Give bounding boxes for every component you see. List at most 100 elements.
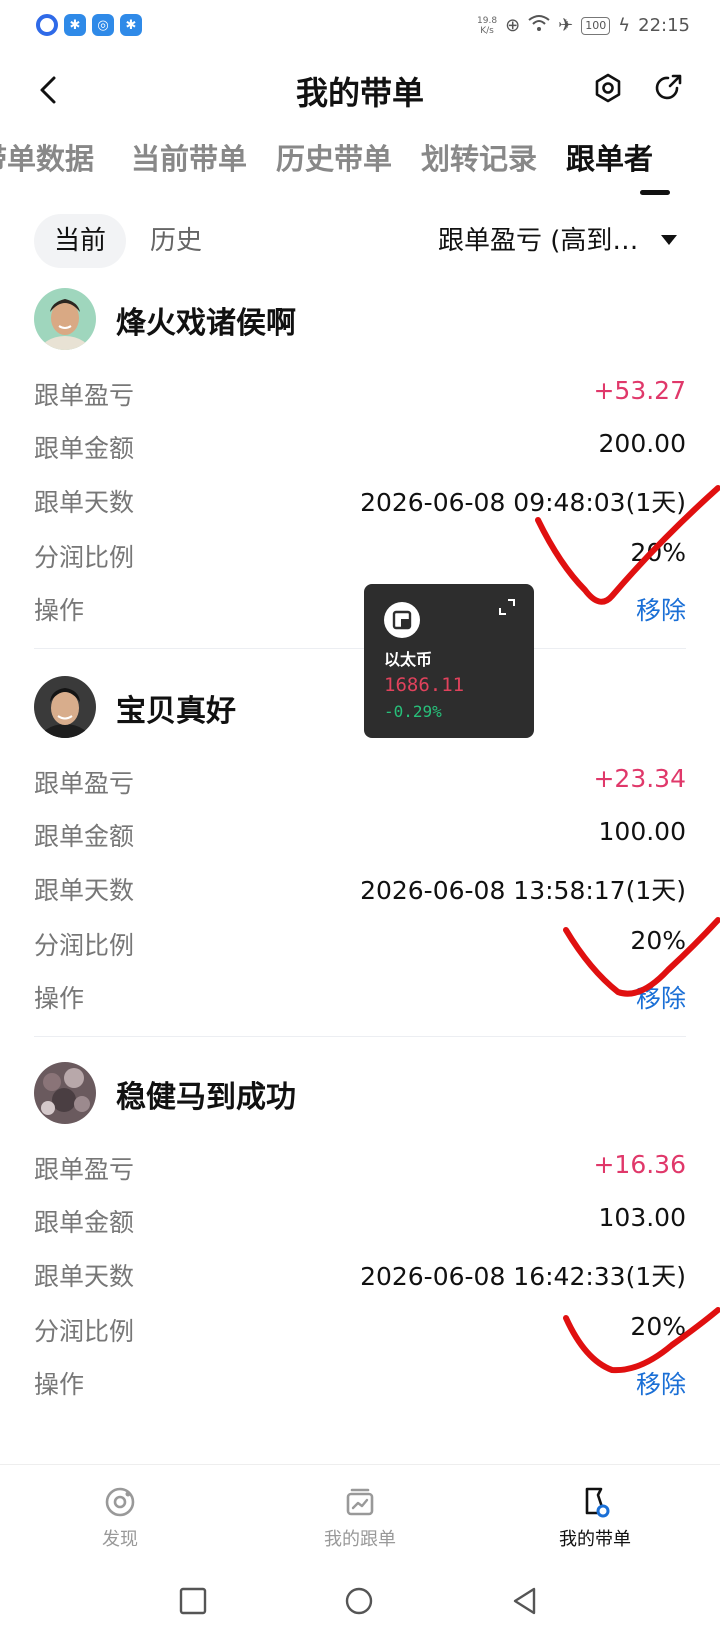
row-label: 跟单盈亏 xyxy=(34,769,135,798)
row-label: 分润比例 xyxy=(34,1317,135,1346)
row-action: 操作 移除 xyxy=(34,591,686,631)
app-header: 我的带单 xyxy=(0,58,720,122)
follow-days-value: 2026-06-08 16:42:33(1天) xyxy=(360,1262,686,1291)
follow-pnl-value: +53.27 xyxy=(593,376,686,405)
net-speed-unit: K/s xyxy=(480,25,494,36)
row-label: 跟单天数 xyxy=(34,488,135,517)
net-speed-value: 19.8 xyxy=(477,15,498,26)
clock: 22:15 xyxy=(638,15,690,36)
row-follow-amount: 跟单金额 200.00 xyxy=(34,429,686,469)
home-circle-icon[interactable] xyxy=(344,1586,374,1616)
follower-name: 宝贝真好 xyxy=(116,694,236,729)
nav-my-leads[interactable]: 我的带单 xyxy=(515,1485,675,1551)
follow-days-value: 2026-06-08 13:58:17(1天) xyxy=(360,876,686,905)
tab-followers[interactable]: 跟单者 xyxy=(566,136,653,178)
row-label: 跟单盈亏 xyxy=(34,1155,135,1184)
card-divider xyxy=(34,1036,686,1037)
remove-button[interactable]: 移除 xyxy=(636,1365,686,1401)
row-label: 跟单盈亏 xyxy=(34,381,135,410)
row-label: 操作 xyxy=(34,984,85,1013)
tab-transfer-records[interactable]: 划转记录 xyxy=(421,136,537,178)
nav-discover[interactable]: 发现 xyxy=(40,1485,200,1551)
row-label: 分润比例 xyxy=(34,931,135,960)
profit-share-value: 20% xyxy=(630,926,686,955)
row-action: 操作 移除 xyxy=(34,979,686,1019)
row-label: 分润比例 xyxy=(34,543,135,572)
row-profit-share: 分润比例 20% xyxy=(34,926,686,966)
filter-row: 当前 历史 跟单盈亏 (高到… xyxy=(0,212,720,272)
airplane-icon: ✈ xyxy=(558,15,574,36)
app-notification-icon: ✱ xyxy=(64,14,86,36)
recents-square-icon[interactable] xyxy=(178,1586,208,1616)
profit-share-value: 20% xyxy=(630,538,686,567)
charging-icon: ϟ xyxy=(618,15,631,36)
row-profit-share: 分润比例 20% xyxy=(34,1312,686,1352)
row-follow-pnl: 跟单盈亏 +23.34 xyxy=(34,764,686,804)
data-saver-icon: ⊕ xyxy=(505,15,521,36)
row-follow-amount: 跟单金额 103.00 xyxy=(34,1203,686,1243)
system-nav-bar xyxy=(0,1564,720,1640)
follow-pnl-value: +23.34 xyxy=(593,764,686,793)
wifi-icon xyxy=(528,14,550,37)
tab-bar: 带单数据 当前带单 历史带单 划转记录 跟单者 xyxy=(0,136,720,200)
system-status: 19.8 K/s ⊕ ✈ 100 ϟ 22:15 xyxy=(477,14,690,37)
row-label: 操作 xyxy=(34,596,85,625)
app-notification-icon: ✱ xyxy=(120,14,142,36)
follow-amount-value: 103.00 xyxy=(598,1203,686,1232)
nav-label: 我的跟单 xyxy=(324,1529,396,1550)
tab-active-indicator xyxy=(640,190,670,195)
row-label: 跟单天数 xyxy=(34,876,135,905)
my-leads-icon xyxy=(585,1487,610,1518)
follow-pnl-value: +16.36 xyxy=(593,1150,686,1179)
row-follow-days: 跟单天数 2026-06-08 16:42:33(1天) xyxy=(34,1257,686,1297)
follow-amount-value: 200.00 xyxy=(598,429,686,458)
segment-current[interactable]: 当前 xyxy=(34,214,126,268)
tab-data[interactable]: 带单数据 xyxy=(0,136,94,178)
price-float-widget[interactable]: 以太币 1686.11 -0.29% xyxy=(364,584,534,738)
row-follow-pnl: 跟单盈亏 +16.36 xyxy=(34,1150,686,1190)
status-bar: ✱ ◎ ✱ 19.8 K/s ⊕ ✈ 100 ϟ 22:15 xyxy=(0,0,720,52)
my-follows-icon xyxy=(346,1488,374,1516)
card-divider xyxy=(34,648,686,649)
follower-header: 宝贝真好 xyxy=(34,676,674,740)
follower-header: 烽火戏诸侯啊 xyxy=(34,288,674,352)
follow-amount-value: 100.00 xyxy=(598,817,686,846)
widget-price: 1686.11 xyxy=(384,674,465,696)
bottom-nav: 发现 我的跟单 我的带单 xyxy=(0,1464,720,1564)
follower-name: 烽火戏诸侯啊 xyxy=(116,306,296,341)
avatar xyxy=(34,288,96,350)
share-icon[interactable] xyxy=(650,70,686,106)
app-notification-icon: ◎ xyxy=(92,14,114,36)
ethereum-logo xyxy=(384,602,420,638)
avatar xyxy=(34,1062,96,1124)
back-triangle-icon[interactable] xyxy=(510,1586,540,1616)
row-label: 跟单天数 xyxy=(34,1262,135,1291)
row-label: 跟单金额 xyxy=(34,434,135,463)
remove-button[interactable]: 移除 xyxy=(636,979,686,1015)
row-action: 操作 移除 xyxy=(34,1365,686,1405)
battery-icon: 100 xyxy=(581,16,611,35)
row-follow-days: 跟单天数 2026-06-08 13:58:17(1天) xyxy=(34,871,686,911)
tab-history-orders[interactable]: 历史带单 xyxy=(276,136,392,178)
profit-share-value: 20% xyxy=(630,1312,686,1341)
tab-current-orders[interactable]: 当前带单 xyxy=(131,136,247,178)
row-label: 操作 xyxy=(34,1370,85,1399)
row-follow-amount: 跟单金额 100.00 xyxy=(34,817,686,857)
follower-name: 稳健马到成功 xyxy=(116,1080,296,1115)
row-label: 跟单金额 xyxy=(34,822,135,851)
remove-button[interactable]: 移除 xyxy=(636,591,686,627)
avatar xyxy=(34,676,96,738)
caret-down-icon[interactable] xyxy=(660,234,678,246)
settings-icon[interactable] xyxy=(590,70,626,106)
segment-history[interactable]: 历史 xyxy=(150,214,202,268)
nav-my-follows[interactable]: 我的跟单 xyxy=(280,1485,440,1551)
sort-dropdown[interactable]: 跟单盈亏 (高到… xyxy=(438,214,638,268)
row-follow-days: 跟单天数 2026-06-08 09:48:03(1天) xyxy=(34,483,686,523)
expand-icon[interactable] xyxy=(498,598,516,616)
discover-icon xyxy=(105,1487,135,1517)
follow-days-value: 2026-06-08 09:48:03(1天) xyxy=(360,488,686,517)
notification-icons: ✱ ◎ ✱ xyxy=(36,14,142,36)
nav-label: 我的带单 xyxy=(559,1529,631,1550)
widget-coin-name: 以太币 xyxy=(384,650,433,669)
net-speed: 19.8 K/s xyxy=(477,16,497,36)
